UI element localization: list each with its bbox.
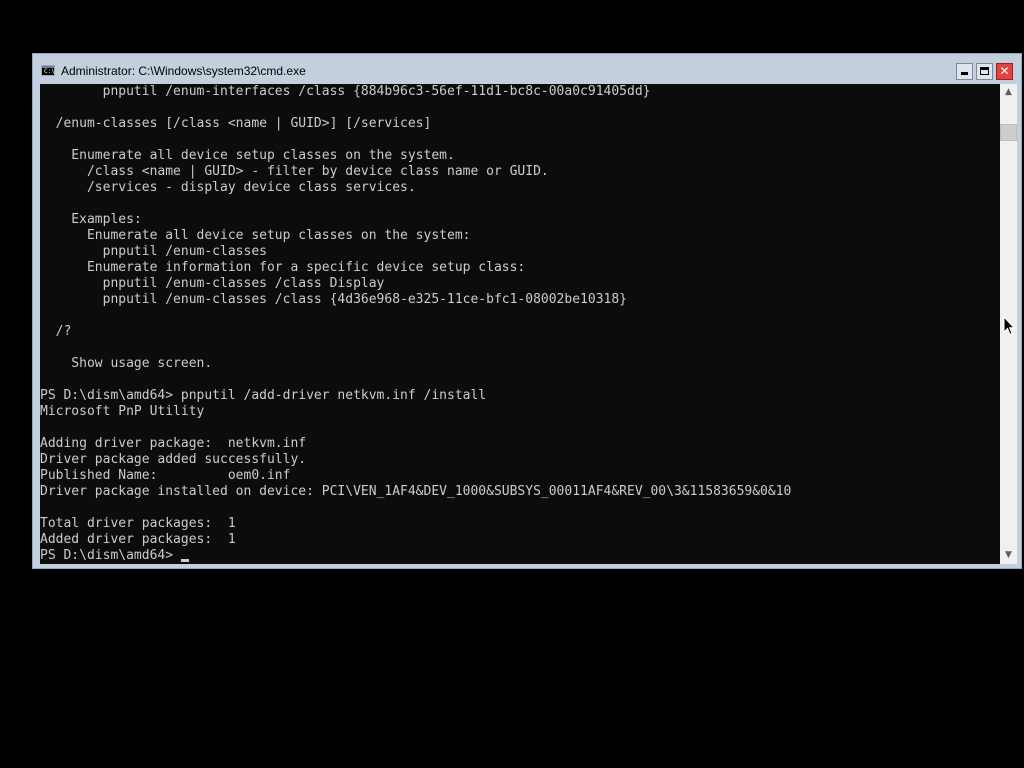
text-cursor (181, 559, 190, 562)
scroll-down-icon[interactable]: ▼ (1000, 547, 1017, 564)
prompt-line[interactable]: PS D:\dism\amd64> (40, 548, 1000, 564)
console-line: pnputil /enum-classes /class Display (40, 276, 385, 291)
console-line: /services - display device class service… (40, 180, 416, 195)
cmd-window[interactable]: C:\ Administrator: C:\Windows\system32\c… (32, 53, 1022, 569)
console-line: pnputil /enum-interfaces /class {884b96c… (40, 84, 651, 99)
console-icon[interactable]: C:\ (41, 65, 55, 76)
console-line: /? (40, 324, 72, 339)
scroll-thumb[interactable] (1000, 124, 1017, 141)
desktop: C:\ Administrator: C:\Windows\system32\c… (0, 0, 1024, 768)
console-line: PS D:\dism\amd64> pnputil /add-driver ne… (40, 388, 487, 403)
console-line: Examples: (40, 212, 142, 227)
console-line: Adding driver package: netkvm.inf (40, 436, 307, 451)
console-output[interactable]: pnputil /enum-interfaces /class {884b96c… (40, 84, 1000, 564)
close-icon: ✕ (999, 64, 1010, 78)
minimize-button[interactable] (956, 63, 973, 80)
scroll-up-icon[interactable]: ▲ (1000, 84, 1017, 101)
console-icon-glyph: C:\ (44, 68, 55, 75)
mouse-pointer-icon (1003, 316, 1015, 336)
console-line: Enumerate all device setup classes on th… (40, 148, 455, 163)
console-line: Show usage screen. (40, 356, 213, 371)
console-text: pnputil /enum-interfaces /class {884b96c… (40, 84, 1000, 564)
console-line: Total driver packages: 1 (40, 516, 236, 531)
close-button[interactable]: ✕ (996, 63, 1013, 80)
console-line: Driver package added successfully. (40, 452, 307, 467)
console-line: /class <name | GUID> - filter by device … (40, 164, 549, 179)
console-line: pnputil /enum-classes /class {4d36e968-e… (40, 292, 627, 307)
window-title: Administrator: C:\Windows\system32\cmd.e… (61, 64, 306, 78)
console-line: Enumerate all device setup classes on th… (40, 228, 471, 243)
command-prompt: PS D:\dism\amd64> (40, 548, 174, 563)
console-line: Published Name: oem0.inf (40, 468, 291, 483)
console-line: Driver package installed on device: PCI\… (40, 484, 792, 499)
maximize-button[interactable] (976, 63, 993, 80)
console-line: Microsoft PnP Utility (40, 404, 205, 419)
title-bar[interactable]: C:\ Administrator: C:\Windows\system32\c… (33, 54, 1021, 84)
console-line: Added driver packages: 1 (40, 532, 236, 547)
console-line: Enumerate information for a specific dev… (40, 260, 526, 275)
console-line: /enum-classes [/class <name | GUID>] [/s… (40, 116, 432, 131)
console-line: pnputil /enum-classes (40, 244, 267, 259)
